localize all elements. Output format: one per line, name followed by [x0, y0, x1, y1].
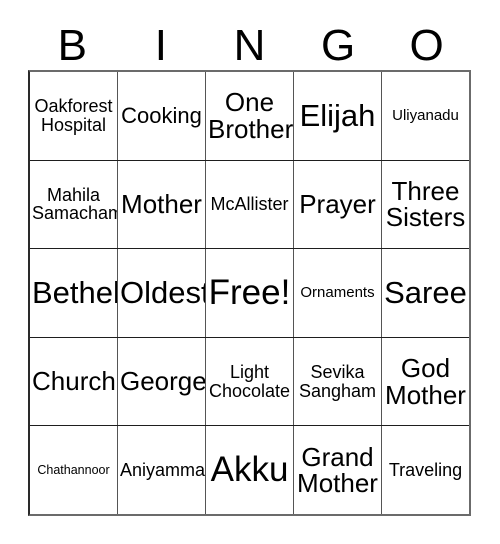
bingo-cell[interactable]: Grand Mother [294, 426, 382, 514]
bingo-cell-label: Mahila Samacham [32, 185, 118, 224]
bingo-cell[interactable]: Three Sisters [382, 160, 469, 249]
bingo-cell-label: Prayer [299, 189, 376, 220]
bingo-row: Oakforest Hospital Cooking One Brother E… [30, 72, 469, 161]
bingo-cell[interactable]: Mother [118, 160, 206, 249]
bingo-cell[interactable]: Prayer [294, 160, 382, 249]
bingo-cell-label: Light Chocolate [208, 362, 291, 401]
bingo-cell-label: Grand Mother [297, 441, 378, 499]
bingo-cell[interactable]: Light Chocolate [206, 337, 294, 426]
bingo-cell-label: Church [32, 366, 116, 397]
bingo-cell[interactable]: McAllister [206, 160, 294, 249]
bingo-cell-label: Cooking [121, 102, 202, 128]
bingo-cell-label: Oakforest Hospital [34, 96, 113, 135]
bingo-cell-label: McAllister [210, 194, 289, 215]
bingo-header-letters: B I N G O [28, 8, 471, 70]
header-letter-i: I [154, 21, 167, 70]
bingo-row: Chathannoor Aniyamma Akku Grand Mother T… [30, 426, 469, 514]
bingo-cell-label: Saree [384, 275, 467, 311]
bingo-cell[interactable]: Ornaments [294, 249, 382, 337]
header-letter-g: G [320, 21, 356, 70]
bingo-row: Bethel Oldest Free! Ornaments Saree [30, 249, 469, 338]
bingo-cell[interactable]: One Brother [206, 72, 294, 160]
bingo-card: B I N G O Oakforest Hospital Cooking One… [0, 0, 500, 544]
bingo-cell-label: Traveling [388, 459, 463, 480]
bingo-cell-label: Three Sisters [385, 175, 466, 233]
bingo-row: Mahila Samacham Mother McAllister Prayer… [30, 160, 469, 250]
bingo-cell[interactable]: Mahila Samacham [30, 160, 118, 249]
bingo-cell[interactable]: Traveling [382, 426, 469, 514]
header-letter-b: B [57, 21, 87, 70]
bingo-cell-free-space[interactable]: Free! [206, 249, 294, 337]
bingo-cell-label: Chathannoor [37, 462, 110, 477]
bingo-cell[interactable]: George [118, 337, 206, 426]
bingo-cell-label: Ornaments [300, 284, 375, 302]
bingo-cell[interactable]: Chathannoor [30, 426, 118, 514]
bingo-cell[interactable]: Bethel [30, 249, 118, 337]
bingo-cell-label: Sevika Sangham [298, 362, 377, 401]
bingo-cell-label: Elijah [299, 97, 376, 133]
bingo-cell-label: Akku [210, 450, 289, 490]
bingo-row: Church George Light Chocolate Sevika San… [30, 337, 469, 427]
bingo-cell[interactable]: Akku [206, 426, 294, 514]
bingo-cell-label: Bethel [32, 275, 118, 311]
bingo-cell[interactable]: Oakforest Hospital [30, 72, 118, 160]
bingo-cell[interactable]: Church [30, 337, 118, 426]
bingo-cell-label: One Brother [208, 87, 294, 144]
bingo-cell[interactable]: Aniyamma [118, 426, 206, 514]
header-letter-o: O [409, 21, 444, 70]
bingo-cell-label: Mother [121, 189, 202, 220]
header-letter-n: N [233, 21, 266, 70]
bingo-cell[interactable]: Elijah [294, 72, 382, 160]
bingo-cell-label: God Mother [385, 353, 466, 410]
bingo-cell[interactable]: Saree [382, 249, 469, 337]
bingo-cell[interactable]: Uliyanadu [382, 72, 469, 160]
bingo-cell[interactable]: Sevika Sangham [294, 337, 382, 426]
bingo-cell-label: Oldest [120, 275, 206, 311]
bingo-cell[interactable]: Cooking [118, 72, 206, 160]
bingo-grid: Oakforest Hospital Cooking One Brother E… [28, 70, 471, 516]
bingo-cell[interactable]: Oldest [118, 249, 206, 337]
bingo-cell-label: George [120, 366, 206, 397]
bingo-cell[interactable]: God Mother [382, 337, 469, 426]
bingo-free-space-label: Free! [208, 273, 291, 313]
bingo-cell-label: Aniyamma [120, 459, 206, 480]
bingo-cell-label: Uliyanadu [392, 107, 459, 125]
